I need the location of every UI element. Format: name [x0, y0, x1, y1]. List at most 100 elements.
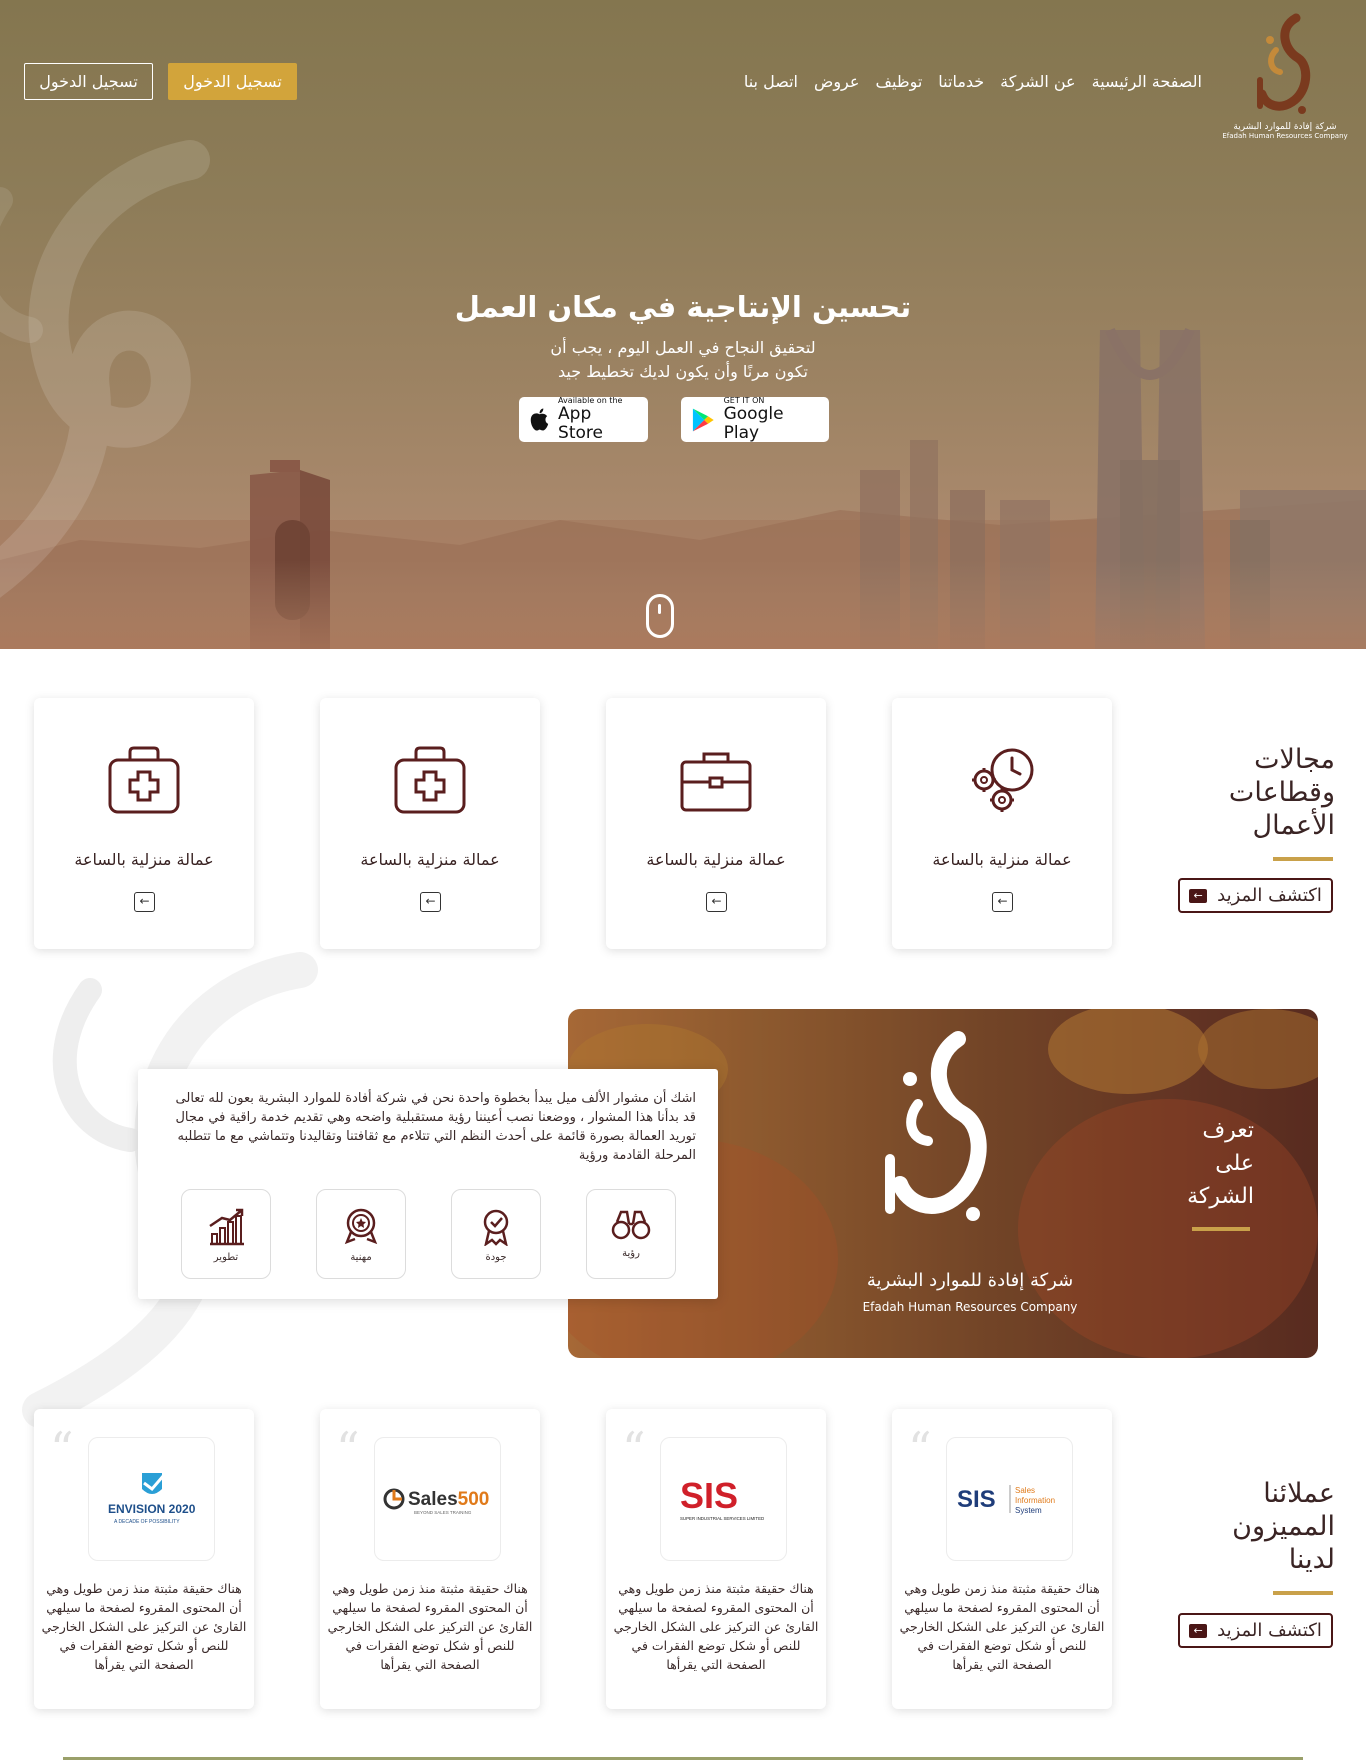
sis-industrial-logo-name: SIS: [680, 1475, 738, 1516]
sales500-logo-icon: Sales500 BEYOND SALES TRAINING: [383, 1488, 489, 1515]
envision-caption: A DECADE OF POSSIBILITY: [114, 1519, 180, 1525]
sector-card-label: عمالة منزلية بالساعة: [360, 850, 500, 869]
quote-icon: “: [50, 1422, 74, 1476]
sales500-caption: BEYOND SALES TRAINING: [414, 1510, 472, 1515]
google-play-icon: [692, 408, 714, 431]
feature-vision-label: رؤية: [622, 1248, 640, 1259]
about-brand-name-en: Efadah Human Resources Company: [862, 1300, 1078, 1314]
envision-logo-icon: ENVISION 2020 A DECADE OF POSSIBILITY: [108, 1473, 196, 1525]
client-card[interactable]: “ ENVISION 2020 A DECADE OF POSSIBILITY …: [34, 1409, 254, 1709]
hero-section: شركة إفادة للموارد البشرية Efadah Human …: [0, 0, 1366, 649]
hero-subtitle-line1: لتحقيق النجاح في العمل اليوم ، يجب أن: [550, 338, 816, 357]
sectors-title-underline: [1273, 857, 1333, 861]
brand-logo[interactable]: شركة إفادة للموارد البشرية Efadah Human …: [1220, 10, 1350, 150]
feature-development-label: تطوير: [213, 1252, 239, 1263]
quote-icon: “: [908, 1422, 932, 1476]
arrow-left-icon: ←: [1189, 1623, 1208, 1638]
about-title: تعرف على الشركة: [1136, 1114, 1254, 1213]
about-info-card: اشك أن مشوار الألف ميل يبدأ بخطوة واحدة …: [138, 1069, 718, 1299]
feature-quality-label: جودة: [485, 1252, 507, 1263]
sector-card[interactable]: عمالة منزلية بالساعة ←: [34, 698, 254, 949]
arrow-left-icon[interactable]: ←: [420, 892, 441, 912]
feature-professional: مهنية: [316, 1189, 406, 1279]
gears-clock-icon: [972, 748, 1034, 812]
client-logo-sis-industrial: SIS SUPER INDUSTRIAL SERVICES LIMITED: [660, 1437, 787, 1561]
sis-logo-icon: SIS Sales Information System: [957, 1485, 1055, 1515]
client-testimonial: هناك حقيقة مثبتة منذ زمن طويل وهي أن الم…: [613, 1581, 819, 1672]
nav-contact[interactable]: اتصل بنا: [744, 72, 798, 91]
hero-subtitle-line2: تكون مرنًا وأن يكون لديك تخطيط جيد: [557, 362, 809, 381]
nav-home[interactable]: الصفحة الرئيسية: [1092, 72, 1202, 91]
sector-card[interactable]: عمالة منزلية بالساعة ←: [892, 698, 1112, 949]
login-button-primary[interactable]: تسجيل الدخول: [168, 63, 297, 100]
quality-badge-icon: [483, 1209, 509, 1246]
about-title-line2: على: [1215, 1151, 1254, 1176]
arrow-left-icon[interactable]: ←: [706, 892, 727, 912]
clients-title-line2: المميزون: [1232, 1511, 1335, 1542]
feature-professional-label: مهنية: [350, 1252, 372, 1263]
svg-text:Sales500: Sales500: [408, 1489, 489, 1510]
login-button-secondary[interactable]: تسجيل الدخول: [24, 63, 153, 100]
sector-card[interactable]: عمالة منزلية بالساعة ←: [606, 698, 826, 949]
google-play-button[interactable]: GET IT ON Google Play: [681, 396, 829, 443]
sectors-title-line1: مجالات: [1254, 744, 1335, 775]
client-logo-sis: SIS Sales Information System: [946, 1437, 1073, 1561]
client-testimonial: هناك حقيقة مثبتة منذ زمن طويل وهي أن الم…: [327, 1581, 533, 1672]
quote-icon: “: [336, 1422, 360, 1476]
binoculars-icon: [611, 1210, 651, 1240]
feature-vision: رؤية: [586, 1189, 676, 1279]
arrow-left-icon[interactable]: ←: [992, 892, 1013, 912]
medical-kit-icon: [108, 746, 180, 814]
about-title-line1: تعرف: [1202, 1118, 1254, 1143]
client-logo-envision: ENVISION 2020 A DECADE OF POSSIBILITY: [88, 1437, 215, 1561]
nav-services[interactable]: خدماتنا: [938, 72, 984, 91]
client-testimonial: هناك حقيقة مثبتة منذ زمن طويل وهي أن الم…: [41, 1581, 247, 1672]
clients-title-line3: لدينا: [1288, 1544, 1335, 1575]
sis-industrial-caption: SUPER INDUSTRIAL SERVICES LIMITED: [680, 1516, 764, 1521]
brand-name-ar: شركة إفادة للموارد البشرية: [1233, 122, 1337, 132]
clients-more-label: اكتشف المزيد: [1217, 1620, 1322, 1641]
sector-card-label: عمالة منزلية بالساعة: [932, 850, 1072, 869]
client-logo-sales500: Sales500 BEYOND SALES TRAINING: [374, 1437, 501, 1561]
feature-quality: جودة: [451, 1189, 541, 1279]
google-play-text: GET IT ON Google Play: [724, 396, 819, 443]
sectors-more-button[interactable]: اكتشف المزيد ←: [1178, 878, 1333, 913]
about-title-underline: [1192, 1227, 1250, 1231]
scroll-mouse-icon[interactable]: [646, 594, 674, 638]
hero-title: تحسين الإنتاجية في مكان العمل: [454, 290, 912, 324]
sector-card-label: عمالة منزلية بالساعة: [74, 850, 214, 869]
sis-industrial-logo-icon: SIS SUPER INDUSTRIAL SERVICES LIMITED: [680, 1475, 764, 1521]
growth-chart-icon: [209, 1208, 244, 1246]
about-title-line3: الشركة: [1187, 1184, 1254, 1209]
clients-title: عملائنا المميزون لدينا: [1195, 1477, 1335, 1576]
arrow-left-icon: ←: [1189, 888, 1208, 903]
envision-logo-name: ENVISION 2020: [108, 1502, 196, 1516]
sectors-title-line2: وقطاعات: [1228, 777, 1335, 808]
nav-offers[interactable]: عروض: [814, 72, 859, 91]
hero-subtitle: لتحقيق النجاح في العمل اليوم ، يجب أن تك…: [483, 336, 883, 384]
award-medal-icon: [344, 1208, 378, 1245]
briefcase-icon: [680, 752, 752, 812]
hero-decor-swirl: [0, 140, 210, 598]
about-brand-name-ar: شركة إفادة للموارد البشرية: [866, 1270, 1074, 1291]
sis-logo-name: SIS: [957, 1486, 996, 1513]
brand-name-en: Efadah Human Resources Company: [1222, 132, 1348, 140]
client-card[interactable]: “ SIS SUPER INDUSTRIAL SERVICES LIMITED …: [606, 1409, 826, 1709]
app-store-button[interactable]: Available on the App Store: [519, 396, 648, 443]
client-card[interactable]: “ SIS Sales Information System هناك حقيق…: [892, 1409, 1112, 1709]
nav-careers[interactable]: توظيف: [875, 72, 922, 91]
sector-card-label: عمالة منزلية بالساعة: [646, 850, 786, 869]
client-card[interactable]: “ Sales500 BEYOND SALES TRAINING هناك حق…: [320, 1409, 540, 1709]
clients-more-button[interactable]: اكتشف المزيد ←: [1178, 1613, 1333, 1648]
arrow-left-icon[interactable]: ←: [134, 892, 155, 912]
nav-about[interactable]: عن الشركة: [1000, 72, 1075, 91]
clients-title-line1: عملائنا: [1263, 1478, 1335, 1509]
sector-card[interactable]: عمالة منزلية بالساعة ←: [320, 698, 540, 949]
apple-icon: [530, 408, 549, 431]
client-testimonial: هناك حقيقة مثبتة منذ زمن طويل وهي أن الم…: [899, 1581, 1105, 1672]
main-nav: الصفحة الرئيسية عن الشركة خدماتنا توظيف …: [744, 72, 1202, 91]
svg-text:Information: Information: [1015, 1496, 1055, 1505]
efadah-logo-icon: [1257, 13, 1311, 114]
app-store-text: Available on the App Store: [558, 396, 638, 443]
sectors-title: مجالات وقطاعات الأعمال: [1195, 743, 1335, 842]
